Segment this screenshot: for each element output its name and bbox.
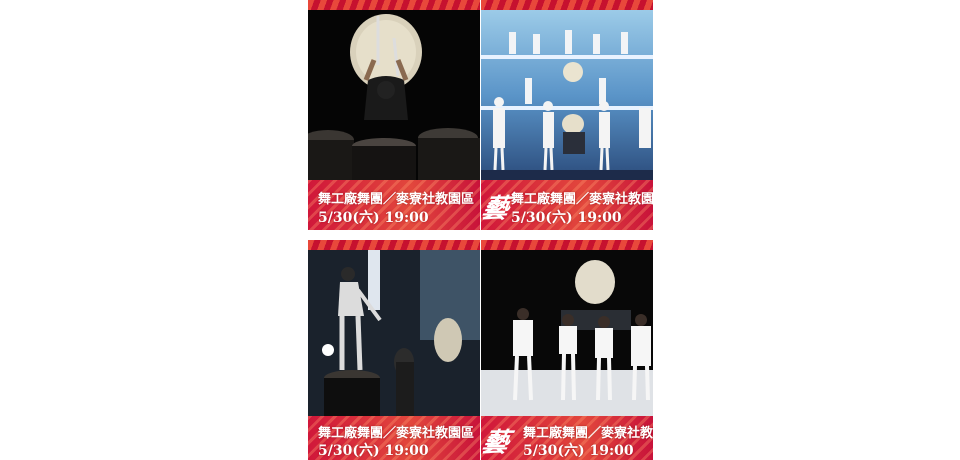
stripe-bar bbox=[308, 240, 480, 250]
festival-logo: 藝 bbox=[481, 194, 510, 224]
photo-panel-4: 藝 舞工廠舞團／麥寮社教園 5/30(六) 19:00 bbox=[481, 240, 653, 460]
caption-band: 舞工廠舞團／麥寮社教園區 5/30(六) 19:00 bbox=[308, 416, 480, 460]
photo-panel-2: 藝 舞工廠舞團／麥寮社教園區 5/30(六) 19:00 bbox=[481, 0, 653, 230]
photo-panel-1: 舞工廠舞團／麥寮社教園區 5/30(六) 19:00 bbox=[308, 0, 480, 230]
caption-band: 藝 舞工廠舞團／麥寮社教園區 5/30(六) 19:00 bbox=[481, 180, 653, 230]
caption-date: 5/30(六) 19:00 bbox=[511, 210, 622, 226]
caption-troupe: 舞工廠舞團／麥寮社教園 bbox=[523, 426, 653, 441]
stripe-bar bbox=[481, 0, 653, 10]
caption-date: 5/30(六) 19:00 bbox=[318, 443, 429, 459]
caption-band: 舞工廠舞團／麥寮社教園區 5/30(六) 19:00 bbox=[308, 180, 480, 230]
dancer-on-drum-photo bbox=[308, 250, 480, 416]
festival-logo: 藝 bbox=[481, 428, 510, 458]
stripe-bar bbox=[308, 0, 480, 10]
stripe-bar bbox=[481, 240, 653, 250]
group-dancers-photo bbox=[481, 250, 653, 416]
caption-troupe: 舞工廠舞團／麥寮社教園區 bbox=[318, 426, 475, 441]
stage-performers-photo bbox=[481, 10, 653, 182]
caption-troupe: 舞工廠舞團／麥寮社教園區 bbox=[318, 192, 475, 207]
caption-band: 藝 舞工廠舞團／麥寮社教園 5/30(六) 19:00 bbox=[481, 416, 653, 460]
caption-troupe: 舞工廠舞團／麥寮社教園區 bbox=[511, 192, 653, 207]
drummer-photo bbox=[308, 10, 480, 182]
caption-date: 5/30(六) 19:00 bbox=[318, 210, 429, 226]
photo-panel-3: 舞工廠舞團／麥寮社教園區 5/30(六) 19:00 bbox=[308, 240, 480, 460]
caption-date: 5/30(六) 19:00 bbox=[523, 443, 634, 459]
